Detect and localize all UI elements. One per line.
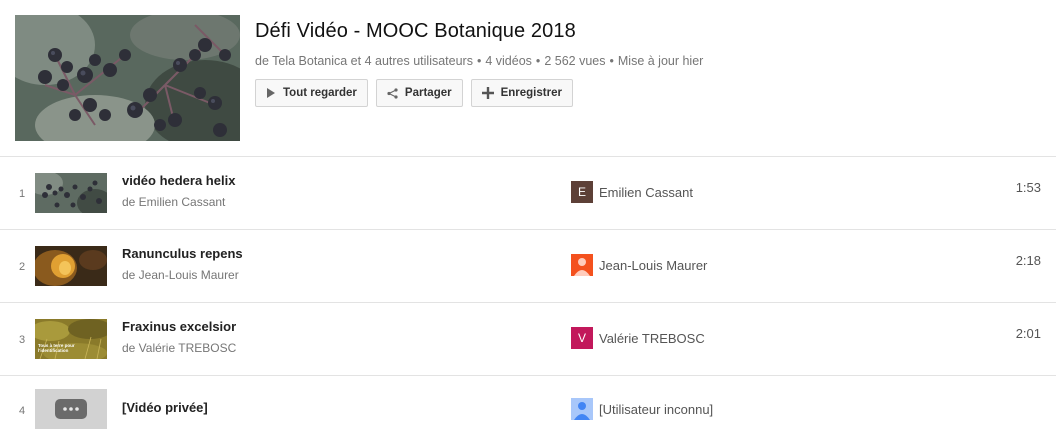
video-thumbnail[interactable] [35, 389, 107, 429]
owner-name: Emilien Cassant [599, 184, 693, 200]
playlist-title: Défi Vidéo - MOOC Botanique 2018 [255, 20, 576, 42]
video-thumbnail[interactable] [35, 246, 107, 286]
avatar: V [571, 327, 593, 349]
owner-name: Valérie TREBOSC [599, 330, 705, 346]
playlist-meta: de Tela Botanica et 4 autres utilisateur… [255, 54, 703, 68]
video-row[interactable]: 1 vidéo hedera helix de Emilien Cassant … [0, 157, 1056, 230]
playlist-thumbnail[interactable] [15, 15, 240, 141]
video-duration: 2:18 [1015, 253, 1041, 268]
video-owner[interactable]: [Utilisateur inconnu] [571, 398, 713, 420]
video-author[interactable]: de Jean-Louis Maurer [122, 268, 239, 282]
video-owner[interactable]: V Valérie TREBOSC [571, 327, 705, 349]
avatar [571, 254, 593, 276]
play-icon [267, 88, 275, 98]
playlist-actions: Tout regarder Partager Enregistrer [255, 79, 573, 107]
meta-separator: • [476, 54, 482, 68]
video-count: 4 vidéos [485, 54, 532, 68]
playlist-owner[interactable]: de Tela Botanica et 4 autres utilisateur… [255, 54, 473, 68]
thumbnail-caption: Tous à terre pour l'identification [38, 343, 75, 353]
plus-icon [481, 87, 494, 99]
video-author[interactable]: de Valérie TREBOSC [122, 341, 236, 355]
owner-name: [Utilisateur inconnu] [599, 401, 714, 417]
view-count: 2 562 vues [544, 54, 606, 68]
video-owner[interactable]: E Emilien Cassant [571, 181, 693, 203]
share-button[interactable]: Partager [375, 79, 463, 107]
share-icon [387, 87, 398, 99]
save-button[interactable]: Enregistrer [470, 79, 573, 107]
updated-label: Mise à jour hier [617, 54, 704, 68]
video-author[interactable]: de Emilien Cassant [122, 195, 225, 209]
video-index: 3 [18, 334, 26, 346]
video-thumbnail[interactable] [35, 173, 107, 213]
avatar [571, 398, 593, 420]
share-label: Partager [404, 87, 452, 99]
video-index: 2 [18, 261, 26, 273]
video-title[interactable]: [Vidéo privée] [122, 400, 208, 415]
meta-separator: • [535, 54, 541, 68]
playlist-header: Défi Vidéo - MOOC Botanique 2018 de Tela… [0, 0, 1056, 157]
video-title[interactable]: Ranunculus repens [122, 246, 243, 261]
video-row[interactable]: 3 Tous à terre pour l'identification Fra… [0, 303, 1056, 376]
video-index: 1 [18, 188, 26, 200]
person-icon [574, 258, 590, 276]
play-all-button[interactable]: Tout regarder [255, 79, 368, 107]
person-icon [574, 402, 590, 420]
save-label: Enregistrer [500, 87, 562, 99]
video-title[interactable]: Fraxinus excelsior [122, 319, 236, 334]
video-row[interactable]: 2 Ranunculus repens de Jean-Louis Maurer… [0, 230, 1056, 303]
video-title[interactable]: vidéo hedera helix [122, 173, 235, 188]
video-row[interactable]: 4 [Vidéo privée] [Utilisateur inconnu] [0, 376, 1056, 443]
play-all-label: Tout regarder [283, 87, 357, 99]
avatar: E [571, 181, 593, 203]
video-duration: 1:53 [1015, 180, 1041, 195]
meta-separator: • [609, 54, 614, 68]
video-duration: 2:01 [1015, 326, 1041, 341]
owner-name: Jean-Louis Maurer [599, 257, 708, 273]
video-index: 4 [18, 405, 26, 417]
video-thumbnail[interactable]: Tous à terre pour l'identification [35, 319, 107, 359]
video-owner[interactable]: Jean-Louis Maurer [571, 254, 707, 276]
